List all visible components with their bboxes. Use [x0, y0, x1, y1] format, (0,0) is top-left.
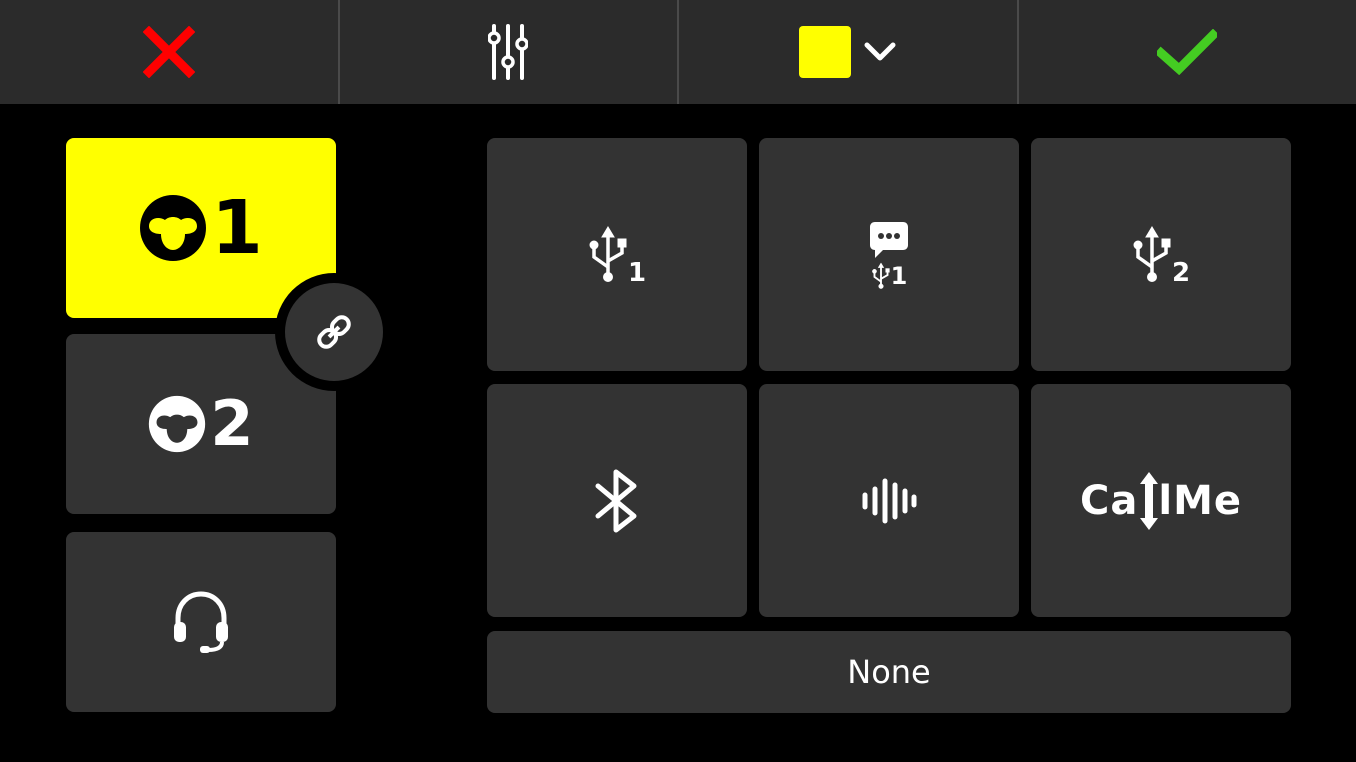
checkmark-icon — [1157, 29, 1218, 75]
source-1-number: 1 — [211, 185, 263, 271]
cancel-button[interactable] — [0, 0, 340, 104]
updown-arrow-icon — [1140, 471, 1159, 530]
usb-1-chat-sub: 1 — [890, 261, 908, 290]
usb-icon — [589, 225, 627, 282]
bluetooth-tile[interactable] — [487, 384, 747, 617]
audio-settings-button[interactable] — [340, 0, 679, 104]
callme-l: l — [1158, 477, 1174, 524]
confirm-button[interactable] — [1019, 0, 1356, 104]
headset-tile[interactable] — [66, 532, 336, 712]
close-icon — [142, 26, 195, 78]
usb-2-tile[interactable]: 2 — [1031, 138, 1291, 371]
headset-icon — [174, 591, 228, 653]
usb-1-chat-tile[interactable]: 1 — [759, 138, 1019, 371]
none-button[interactable]: None — [487, 631, 1291, 713]
link-toggle-inner — [285, 283, 383, 381]
bluetooth-icon — [595, 469, 637, 532]
usb-icon — [1133, 225, 1171, 282]
usb-icon — [871, 261, 890, 289]
callme-label-left: Ca — [1079, 477, 1139, 524]
chat-icon — [870, 221, 908, 258]
callme-tile[interactable]: Ca l Me — [1031, 384, 1291, 617]
monkey-icon — [149, 395, 206, 453]
none-label: None — [847, 653, 931, 691]
waveform-icon — [862, 478, 917, 523]
chevron-down-icon — [864, 42, 896, 61]
color-dropdown[interactable] — [679, 0, 1019, 104]
callme-label-right: Me — [1173, 477, 1242, 524]
sliders-icon — [488, 24, 529, 80]
link-icon — [317, 315, 351, 349]
source-2-number: 2 — [210, 387, 254, 460]
audio-tile[interactable] — [759, 384, 1019, 617]
toolbar — [0, 0, 1356, 104]
usb-1-sub: 1 — [627, 257, 647, 288]
monkey-icon — [140, 195, 207, 261]
color-swatch — [798, 26, 851, 78]
link-toggle[interactable] — [275, 273, 393, 391]
usb-1-tile[interactable]: 1 — [487, 138, 747, 371]
callme-logo: Ca l Me — [1080, 470, 1242, 532]
usb-2-sub: 2 — [1171, 257, 1191, 288]
